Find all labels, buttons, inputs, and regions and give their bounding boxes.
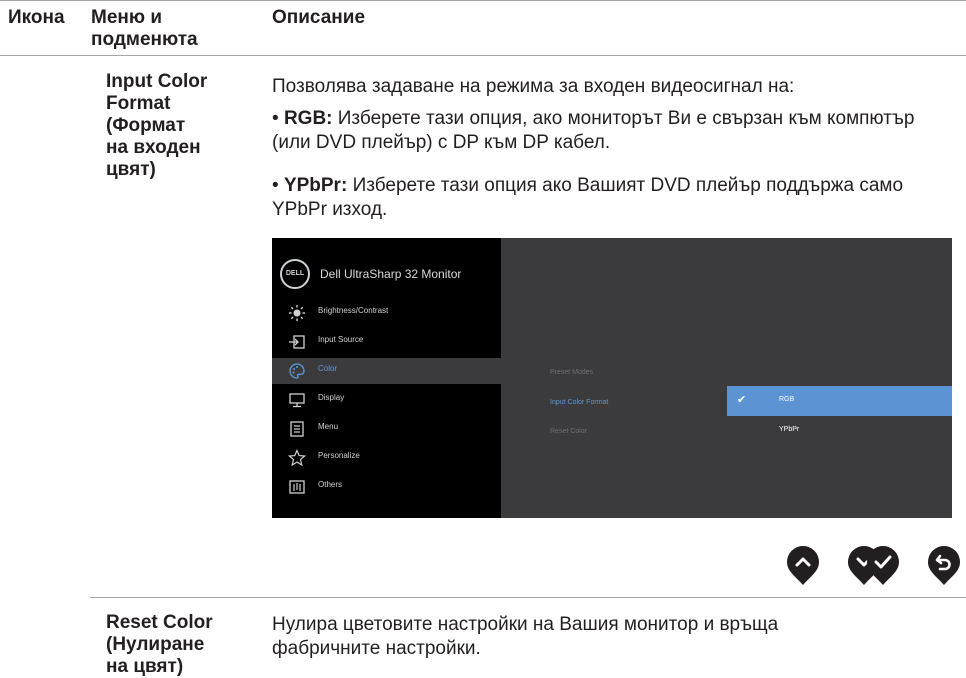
bullet-term: RGB: [283, 108, 333, 129]
display-icon [289, 393, 305, 408]
bullet-ypbpr: • YPbPr: Изберете тази опция ако Вашият … [272, 174, 952, 222]
others-icon [289, 480, 305, 494]
osd-item-label: Others [318, 480, 343, 489]
osd-item-label: Display [318, 393, 345, 402]
star-icon [288, 449, 306, 467]
osd-item-color[interactable]: Color [272, 358, 501, 384]
menu-input-color-format: Input Color Format (Формат на входен цвя… [106, 71, 208, 180]
osd-main-menu: DELL Dell UltraSharp 32 Monitor Brightne… [272, 238, 501, 518]
brightness-icon [289, 305, 305, 321]
up-icon[interactable] [785, 546, 821, 586]
osd-item-personalize[interactable]: Personalize [272, 445, 501, 471]
check-icon[interactable] [865, 546, 901, 586]
bullet-rgb: • RGB: Изберете тази опция, ако мониторъ… [272, 107, 952, 155]
header-menu-col: Меню и подменюта [91, 7, 198, 50]
osd-item-label: Personalize [318, 451, 360, 460]
color-palette-icon [289, 363, 305, 379]
osd-item-label: Menu [318, 422, 339, 431]
osd-item-menu[interactable]: Menu [272, 416, 501, 442]
row-rule [90, 597, 966, 598]
osd-screenshot: DELL Dell UltraSharp 32 Monitor Brightne… [272, 238, 952, 518]
intro-text: Позволява задаване на режима за входен в… [272, 76, 795, 97]
header-icon-col: Икона [8, 7, 65, 28]
osd-title: Dell UltraSharp 32 Monitor [320, 267, 462, 281]
menu-reset-color: Reset Color (Нулиране на цвят) [106, 612, 213, 677]
osd-item-others[interactable]: Others [272, 474, 501, 500]
osd-item-display[interactable]: Display [272, 387, 501, 413]
header-desc-col: Описание [272, 7, 366, 28]
osd-option-ypbpr[interactable]: YPbPr [727, 416, 952, 446]
dell-logo: DELL [280, 259, 310, 289]
bullet-text: Изберете тази опция, ако мониторът Ви е … [272, 108, 915, 153]
menu-icon [290, 421, 304, 437]
osd-item-label: Brightness/Contrast [318, 306, 389, 315]
bullet-dot: • [272, 108, 284, 129]
osd-item-label: Color [318, 364, 338, 373]
header-rule [0, 55, 966, 56]
osd-item-label: Input Source [318, 335, 364, 344]
osd-item-input-source[interactable]: Input Source [272, 329, 501, 355]
input-source-icon [289, 335, 305, 349]
bullet-text: Изберете тази опция ако Вашият DVD плейъ… [272, 175, 904, 220]
osd-sub-reset-color[interactable]: Reset Color [550, 428, 587, 435]
osd-option-label: RGB [779, 396, 795, 403]
osd-sub-input-color-format[interactable]: Input Color Format [550, 399, 608, 406]
back-icon[interactable] [926, 546, 962, 586]
osd-sub-preset-modes[interactable]: Preset Modes [550, 369, 593, 376]
reset-color-desc: Нулира цветовите настройки на Вашия мони… [272, 614, 779, 659]
bullet-dot: • [272, 175, 284, 196]
osd-item-brightness[interactable]: Brightness/Contrast [272, 300, 501, 326]
osd-option-rgb[interactable]: ✔ RGB [727, 386, 952, 416]
top-rule [0, 0, 966, 1]
osd-option-label: YPbPr [779, 426, 800, 433]
bullet-term: YPbPr: [283, 175, 348, 196]
checkmark-icon: ✔ [737, 394, 747, 406]
